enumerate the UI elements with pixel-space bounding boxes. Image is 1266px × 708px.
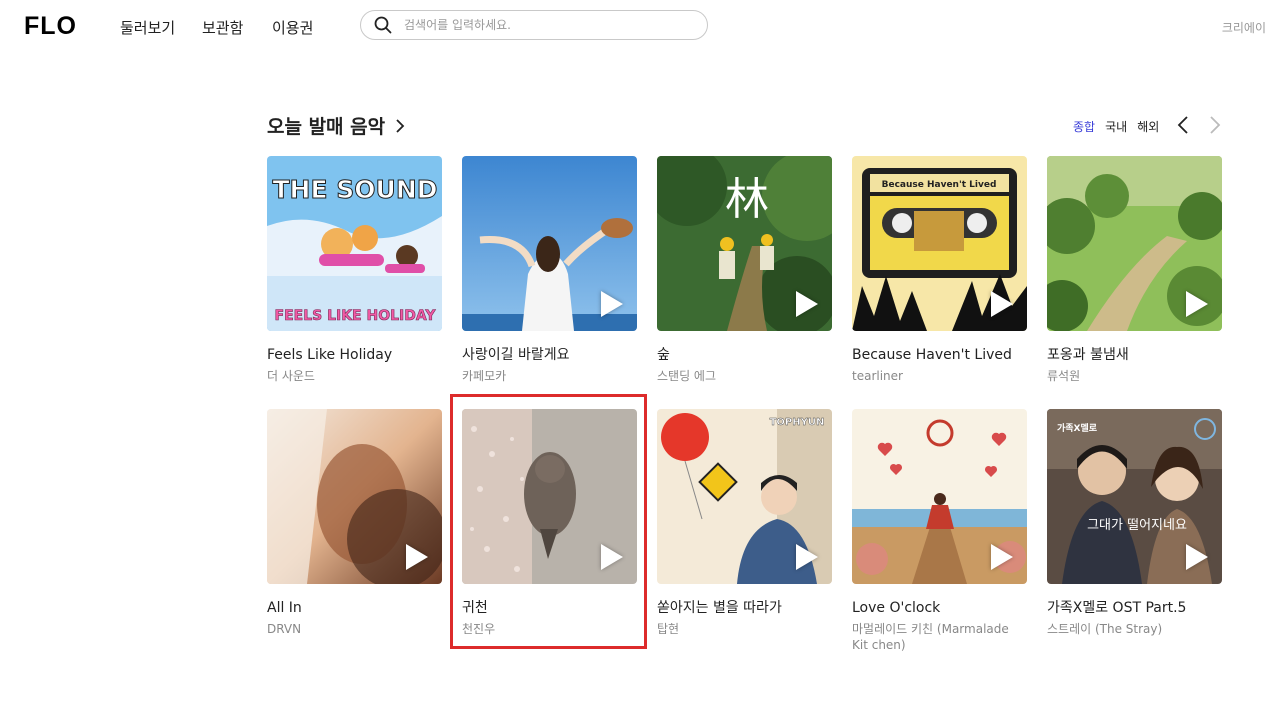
next-arrow-icon[interactable]: [1208, 115, 1222, 135]
play-icon[interactable]: [796, 544, 818, 570]
album-artist[interactable]: 류석원: [1047, 368, 1222, 384]
album-cover[interactable]: 가족X멜로 그대가 떨어지네요: [1047, 409, 1222, 584]
album-card[interactable]: All In DRVN: [267, 409, 442, 637]
album-title[interactable]: Because Haven't Lived: [852, 346, 1027, 364]
album-card[interactable]: THE SOUND FEELS LIKE HOLIDAY Feels Like …: [267, 156, 442, 384]
svg-text:THE SOUND: THE SOUND: [273, 175, 438, 204]
album-card[interactable]: Love O'clock 마멀레이드 키친 (Marmalade Kit che…: [852, 409, 1027, 653]
album-title[interactable]: Feels Like Holiday: [267, 346, 442, 364]
svg-text:FEELS LIKE HOLIDAY: FEELS LIKE HOLIDAY: [275, 308, 437, 324]
search-input[interactable]: [402, 17, 686, 33]
album-cover[interactable]: TOPHYUN: [657, 409, 832, 584]
album-cover[interactable]: [852, 409, 1027, 584]
prev-arrow-icon[interactable]: [1176, 115, 1190, 135]
album-card[interactable]: 귀천 천진우: [462, 409, 637, 637]
play-icon[interactable]: [1186, 291, 1208, 317]
album-cover[interactable]: THE SOUND FEELS LIKE HOLIDAY: [267, 156, 442, 331]
play-icon[interactable]: [991, 291, 1013, 317]
section-title: 오늘 발매 음악: [267, 116, 386, 138]
album-title[interactable]: All In: [267, 599, 442, 617]
creator-link[interactable]: 크리에이: [1222, 19, 1266, 36]
album-cover[interactable]: Because Haven't Lived: [852, 156, 1027, 331]
svg-text:가족X멜로: 가족X멜로: [1057, 422, 1098, 434]
album-title[interactable]: 숲: [657, 346, 832, 364]
album-cover[interactable]: 林: [657, 156, 832, 331]
album-title[interactable]: 사랑이길 바랄게요: [462, 346, 637, 364]
album-card[interactable]: 포옹과 불냄새 류석원: [1047, 156, 1222, 384]
album-title[interactable]: 포옹과 불냄새: [1047, 346, 1222, 364]
album-artist[interactable]: 카페모카: [462, 368, 637, 384]
nav-subscription[interactable]: 이용권: [272, 17, 313, 38]
svg-text:TOPHYUN: TOPHYUN: [770, 417, 825, 428]
album-artist[interactable]: 탑현: [657, 621, 832, 637]
filter-overseas[interactable]: 해외: [1137, 118, 1159, 135]
album-title[interactable]: 쏟아지는 별을 따라가: [657, 599, 832, 617]
svg-text:Because Haven't Lived: Because Haven't Lived: [882, 180, 997, 190]
section-title-link[interactable]: 오늘 발매 음악: [267, 112, 405, 139]
svg-text:林: 林: [725, 174, 769, 225]
play-icon[interactable]: [796, 291, 818, 317]
region-filter: 종합 국내 해외: [1073, 118, 1159, 135]
nav-browse[interactable]: 둘러보기: [120, 17, 175, 38]
album-cover[interactable]: [462, 156, 637, 331]
album-cover[interactable]: [462, 409, 637, 584]
nav-library[interactable]: 보관함: [202, 17, 243, 38]
album-artist[interactable]: DRVN: [267, 621, 442, 637]
album-artist[interactable]: 스트레이 (The Stray): [1047, 621, 1222, 637]
filter-all[interactable]: 종합: [1073, 118, 1095, 135]
album-artist[interactable]: tearliner: [852, 368, 1027, 384]
search-bar[interactable]: [360, 10, 708, 40]
album-card[interactable]: 林 숲 스탠딩 에그: [657, 156, 832, 384]
filter-domestic[interactable]: 국내: [1105, 118, 1127, 135]
album-art: THE SOUND FEELS LIKE HOLIDAY: [267, 156, 442, 331]
play-icon[interactable]: [601, 544, 623, 570]
chevron-right-icon: [396, 118, 405, 133]
play-icon[interactable]: [601, 291, 623, 317]
album-title[interactable]: 귀천: [462, 599, 637, 617]
svg-text:그대가 떨어지네요: 그대가 떨어지네요: [1087, 518, 1187, 533]
album-card[interactable]: 가족X멜로 그대가 떨어지네요 가족X멜로 OST Part.5 스트레이 (T…: [1047, 409, 1222, 637]
album-title[interactable]: Love O'clock: [852, 599, 1027, 617]
flo-logo[interactable]: FLO: [24, 12, 77, 41]
album-card[interactable]: 사랑이길 바랄게요 카페모카: [462, 156, 637, 384]
play-icon[interactable]: [1186, 544, 1208, 570]
album-artist[interactable]: 천진우: [462, 621, 637, 637]
album-title[interactable]: 가족X멜로 OST Part.5: [1047, 599, 1222, 617]
album-card[interactable]: Because Haven't Lived Because Haven't Li…: [852, 156, 1027, 384]
search-icon[interactable]: [374, 16, 392, 34]
album-artist[interactable]: 스탠딩 에그: [657, 368, 832, 384]
album-artist[interactable]: 마멀레이드 키친 (Marmalade Kit chen): [852, 621, 1027, 653]
play-icon[interactable]: [406, 544, 428, 570]
album-cover[interactable]: [267, 409, 442, 584]
play-icon[interactable]: [991, 544, 1013, 570]
album-card[interactable]: TOPHYUN 쏟아지는 별을 따라가 탑현: [657, 409, 832, 637]
album-cover[interactable]: [1047, 156, 1222, 331]
album-artist[interactable]: 더 사운드: [267, 368, 442, 384]
